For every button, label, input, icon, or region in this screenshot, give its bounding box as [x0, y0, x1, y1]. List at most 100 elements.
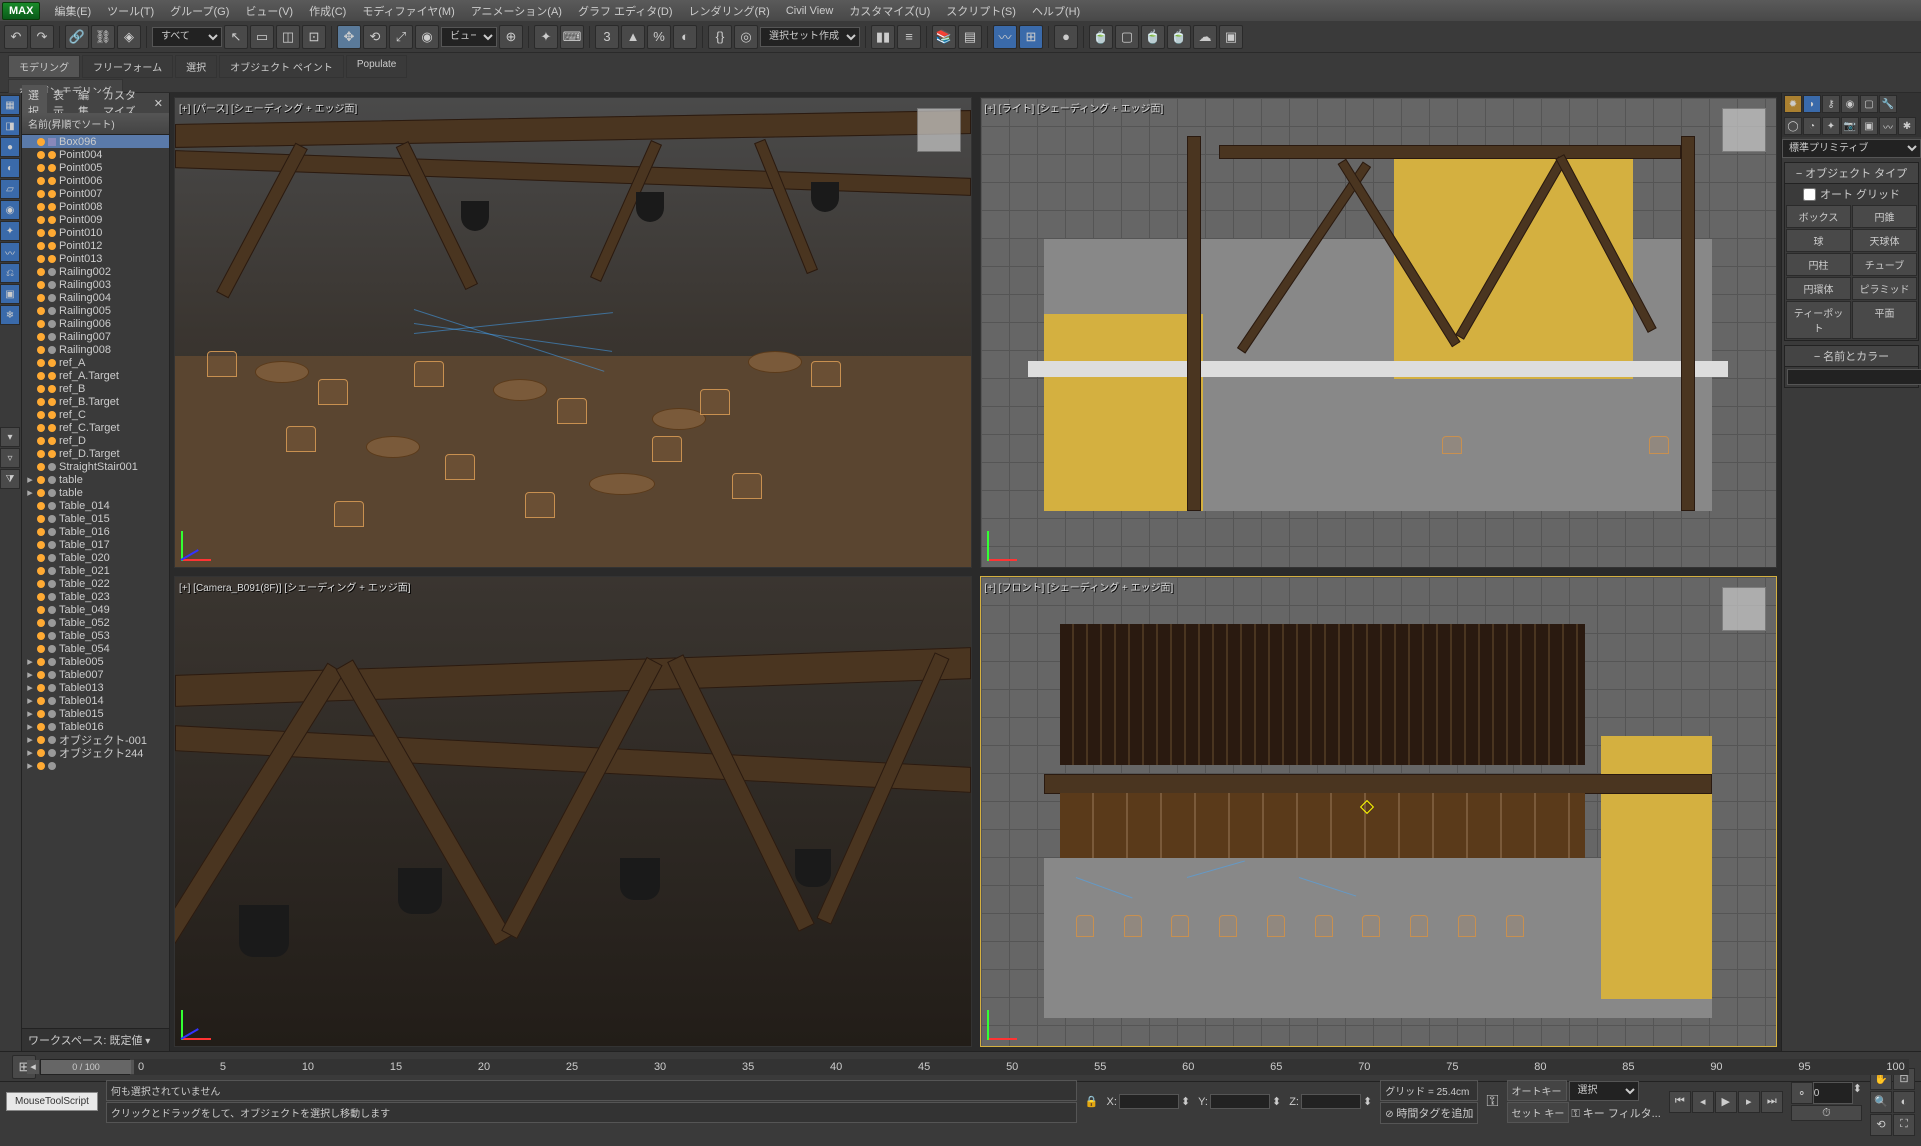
angle-snap-icon[interactable]: ▲	[621, 25, 645, 49]
scene-item[interactable]: Table_049	[22, 603, 169, 616]
viewport-camera[interactable]: [+] [Camera_B091(8F)] [シェーディング + エッジ面]	[174, 576, 972, 1047]
layer-icon[interactable]: 📚	[932, 25, 956, 49]
spacewarp-icon[interactable]: 〰	[1879, 117, 1897, 135]
menu-civilview[interactable]: Civil View	[778, 2, 841, 20]
keyboard-icon[interactable]: ⌨	[560, 25, 584, 49]
viewport-label[interactable]: [+] [パース] [シェーディング + エッジ面]	[179, 100, 357, 115]
slider-prev-icon[interactable]: ◂	[27, 1060, 39, 1074]
render-last-icon[interactable]: ▣	[1219, 25, 1243, 49]
autogrid-checkbox[interactable]	[1803, 188, 1816, 201]
scene-item[interactable]: ref_C	[22, 408, 169, 421]
goto-start-icon[interactable]: ⏮	[1669, 1091, 1691, 1113]
toggle-ribbon-icon[interactable]: ▤	[958, 25, 982, 49]
time-config-icon[interactable]: ⏱	[1791, 1105, 1862, 1121]
menu-create[interactable]: 作成(C)	[301, 0, 354, 22]
render-icon[interactable]: 🍵	[1141, 25, 1165, 49]
menu-customize[interactable]: カスタマイズ(U)	[841, 0, 938, 22]
scene-item[interactable]: Point010	[22, 226, 169, 239]
space-icon[interactable]: 〰	[0, 242, 20, 262]
section-header[interactable]: − オブジェクト タイプ	[1785, 163, 1918, 184]
render-online-icon[interactable]: ☁	[1193, 25, 1217, 49]
utility-tab-icon[interactable]: 🔧	[1879, 95, 1897, 113]
cameras-icon[interactable]: 📷	[1841, 117, 1859, 135]
container-icon[interactable]: ▣	[0, 284, 20, 304]
next-frame-icon[interactable]: ▸	[1738, 1091, 1760, 1113]
shapes-icon[interactable]: ◔	[1803, 117, 1821, 135]
primitive-button[interactable]: 円錐	[1852, 205, 1917, 228]
primitive-button[interactable]: 平面	[1852, 301, 1917, 339]
scene-item[interactable]: Table_022	[22, 577, 169, 590]
scene-item[interactable]: ▸table	[22, 486, 169, 499]
menu-modifier[interactable]: モディファイヤ(M)	[354, 0, 462, 22]
manipulate-icon[interactable]: ✦	[534, 25, 558, 49]
display-none-icon[interactable]: ▿	[0, 448, 20, 468]
scene-item[interactable]: Box096	[22, 135, 169, 148]
primitive-button[interactable]: 球	[1786, 229, 1851, 252]
window-crossing-icon[interactable]: ⊡	[302, 25, 326, 49]
key-filter[interactable]: ⚿ キー フィルタ...	[1571, 1105, 1660, 1121]
scene-item[interactable]: ▸Table005	[22, 655, 169, 668]
scene-item[interactable]: Table_014	[22, 499, 169, 512]
scene-explorer-icon[interactable]: ▦	[0, 95, 20, 115]
move-icon[interactable]: ✥	[337, 25, 361, 49]
menu-animation[interactable]: アニメーション(A)	[463, 0, 570, 22]
scene-item[interactable]: ref_B.Target	[22, 395, 169, 408]
frame-input[interactable]	[1813, 1082, 1853, 1104]
primitive-button[interactable]: チューブ	[1852, 253, 1917, 276]
light-icon[interactable]: ◐	[0, 158, 20, 178]
orbit-icon[interactable]: ⟲	[1870, 1114, 1892, 1136]
menu-edit[interactable]: 編集(E)	[46, 0, 99, 22]
lights-icon[interactable]: ✦	[1822, 117, 1840, 135]
select-region-icon[interactable]: ◫	[276, 25, 300, 49]
scene-item[interactable]: ref_B	[22, 382, 169, 395]
ribbon-tab-select[interactable]: 選択	[175, 55, 217, 78]
menu-help[interactable]: ヘルプ(H)	[1024, 0, 1088, 22]
shape-icon[interactable]: ▱	[0, 179, 20, 199]
helper-icon[interactable]: ✦	[0, 221, 20, 241]
scene-item[interactable]: Railing006	[22, 317, 169, 330]
layer-explorer-icon[interactable]: ◨	[0, 116, 20, 136]
create-tab-icon[interactable]: ✹	[1784, 95, 1802, 113]
scene-item[interactable]: Table_053	[22, 629, 169, 642]
scene-item[interactable]: ▸Table014	[22, 694, 169, 707]
scene-item[interactable]: StraightStair001	[22, 460, 169, 473]
primitive-button[interactable]: ピラミッド	[1852, 277, 1917, 300]
scene-item[interactable]: Point008	[22, 200, 169, 213]
primitive-category[interactable]: 標準プリミティブ	[1782, 139, 1921, 158]
scene-item[interactable]: Railing005	[22, 304, 169, 317]
percent-snap-icon[interactable]: %	[647, 25, 671, 49]
scene-item[interactable]: Railing002	[22, 265, 169, 278]
y-input[interactable]	[1210, 1094, 1270, 1109]
scene-item[interactable]: Railing003	[22, 278, 169, 291]
keymode-select[interactable]: 選択	[1569, 1081, 1639, 1101]
scene-item[interactable]: ref_A	[22, 356, 169, 369]
scene-item[interactable]: ▸オブジェクト244	[22, 746, 169, 759]
object-name-input[interactable]	[1787, 369, 1921, 385]
modify-tab-icon[interactable]: ◗	[1803, 95, 1821, 113]
keymode-icon[interactable]: ⚬	[1791, 1082, 1813, 1104]
render-preset-icon[interactable]: 🍵	[1167, 25, 1191, 49]
material-icon[interactable]: ●	[1054, 25, 1078, 49]
primitive-button[interactable]: 天球体	[1852, 229, 1917, 252]
scene-item[interactable]: Table_052	[22, 616, 169, 629]
maxscript-button[interactable]: MouseToolScript	[6, 1092, 98, 1111]
scene-item[interactable]: ▸	[22, 759, 169, 772]
fov-icon[interactable]: ◐	[1893, 1091, 1915, 1113]
play-icon[interactable]: ▶	[1715, 1091, 1737, 1113]
motion-tab-icon[interactable]: ◉	[1841, 95, 1859, 113]
align-icon[interactable]: ≡	[897, 25, 921, 49]
scene-item[interactable]: Railing008	[22, 343, 169, 356]
render-frame-icon[interactable]: ▢	[1115, 25, 1139, 49]
frozen-icon[interactable]: ❄	[0, 305, 20, 325]
scene-item[interactable]: Railing004	[22, 291, 169, 304]
scene-item[interactable]: Point004	[22, 148, 169, 161]
scene-item[interactable]: Point005	[22, 161, 169, 174]
scale-icon[interactable]: ⤢	[389, 25, 413, 49]
viewport-label[interactable]: [+] [ライト] [シェーディング + エッジ面]	[985, 100, 1164, 115]
scene-item[interactable]: ▸Table013	[22, 681, 169, 694]
viewcube-icon[interactable]	[917, 108, 961, 152]
ribbon-tab-freeform[interactable]: フリーフォーム	[82, 55, 173, 78]
curve-editor-icon[interactable]: 〰	[993, 25, 1017, 49]
z-input[interactable]	[1301, 1094, 1361, 1109]
geom-icon[interactable]: ◉	[0, 200, 20, 220]
